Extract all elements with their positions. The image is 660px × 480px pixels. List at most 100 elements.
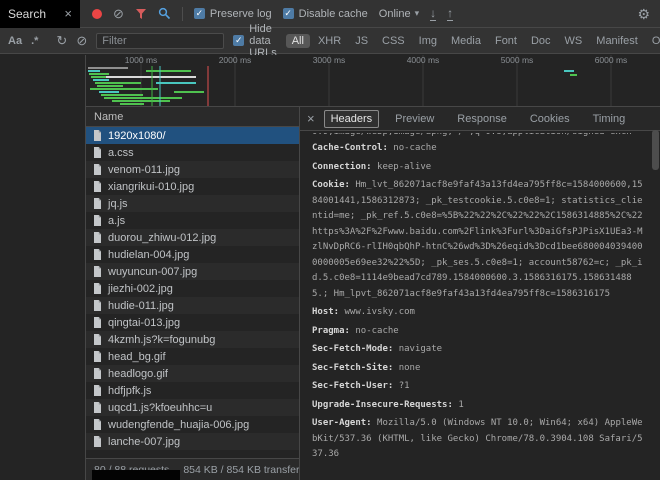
request-label: hudielan-004.jpg (108, 249, 189, 261)
scrollbar-thumb[interactable] (652, 130, 659, 170)
filter-funnel-icon[interactable] (135, 8, 147, 20)
file-icon (93, 283, 102, 294)
request-row[interactable]: jiezhi-002.jpg (86, 280, 299, 297)
match-case-icon[interactable]: Aa (8, 35, 22, 47)
name-column-header[interactable]: Name (86, 107, 299, 127)
tab-cookies[interactable]: Cookies (523, 110, 577, 128)
request-list-panel: Name 1920x1080/a.css venom-011.jpgxiangri… (85, 107, 300, 480)
checkbox-checked-icon (233, 35, 244, 46)
headers-list: Cache-Control: no-cacheConnection: keep-… (312, 141, 644, 463)
filter-pill-img[interactable]: Img (413, 34, 443, 48)
close-drawer-icon[interactable]: × (64, 7, 72, 20)
file-icon (93, 147, 102, 158)
request-row[interactable]: wuyuncun-007.jpg (86, 263, 299, 280)
file-icon (93, 300, 102, 311)
file-icon (93, 351, 102, 362)
filter-pill-other[interactable]: Other (646, 34, 660, 48)
file-icon (93, 215, 102, 226)
clear-requests-icon[interactable]: ⊘ (113, 7, 124, 20)
svg-text:1000 ms: 1000 ms (125, 55, 158, 65)
svg-text:2000 ms: 2000 ms (219, 55, 252, 65)
request-row[interactable]: head_bg.gif (86, 348, 299, 365)
filter-pill-xhr[interactable]: XHR (312, 34, 347, 48)
disable-cache-label: Disable cache (299, 8, 368, 20)
record-button[interactable] (92, 9, 102, 19)
request-row[interactable]: venom-011.jpg (86, 161, 299, 178)
file-icon (93, 130, 102, 141)
filter-pill-manifest[interactable]: Manifest (590, 34, 644, 48)
file-icon (93, 317, 102, 328)
transferred-size: 854 KB / 854 KB transferred (183, 464, 299, 476)
request-row[interactable]: duorou_zhiwu-012.jpg (86, 229, 299, 246)
request-label: headlogo.gif (108, 368, 168, 380)
file-icon (93, 232, 102, 243)
search-icon[interactable] (158, 7, 171, 20)
import-har-icon[interactable]: ↓ (430, 7, 436, 21)
clear-search-icon[interactable]: ⊘ (76, 34, 87, 47)
search-results-area (0, 55, 85, 480)
request-row[interactable]: qingtai-013.jpg (86, 314, 299, 331)
tab-preview[interactable]: Preview (388, 110, 441, 128)
request-row[interactable]: a.js (86, 212, 299, 229)
preserve-log-checkbox[interactable]: Preserve log (194, 8, 272, 20)
settings-gear-icon[interactable]: ⚙ (637, 7, 650, 21)
filter-pill-css[interactable]: CSS (376, 34, 411, 48)
regex-icon[interactable]: .* (31, 35, 38, 47)
hide-data-urls-label: Hide data URLs (249, 23, 277, 59)
filter-pill-media[interactable]: Media (445, 34, 487, 48)
request-row[interactable]: headlogo.gif (86, 365, 299, 382)
header-entry: Cache-Control: no-cache (312, 141, 644, 157)
file-icon (93, 181, 102, 192)
request-row[interactable]: hdfjpfk.js (86, 382, 299, 399)
tab-headers[interactable]: Headers (324, 110, 380, 128)
request-label: hudie-011.jpg (108, 300, 174, 312)
clipped-scrolled-line: 0.9,image/webp,image/apng,*/*;q=0.8,appl… (312, 133, 644, 141)
filter-input[interactable] (96, 33, 224, 49)
request-row[interactable]: hudie-011.jpg (86, 297, 299, 314)
filter-pill-doc[interactable]: Doc (525, 34, 557, 48)
request-row[interactable]: wudengfende_huajia-006.jpg (86, 416, 299, 433)
refresh-icon[interactable]: ↻ (56, 34, 67, 47)
request-row[interactable]: jq.js (86, 195, 299, 212)
throttling-value: Online (379, 8, 411, 20)
preserve-log-label: Preserve log (210, 8, 272, 20)
request-row[interactable]: 1920x1080/ (86, 127, 299, 144)
network-toolbar: ⊘ Preserve log Disable cache Online ▾ ↓ (80, 0, 660, 27)
request-row[interactable]: xiangrikui-010.jpg (86, 178, 299, 195)
file-icon (93, 368, 102, 379)
drawer-tab-bar: Search × ⊘ Preserve log Disable cache (0, 0, 660, 28)
throttling-select[interactable]: Online ▾ (379, 8, 419, 20)
details-tabs: × Headers Preview Response Cookies Timing (300, 107, 660, 131)
tab-timing[interactable]: Timing (586, 110, 633, 128)
devtools-window: Search × ⊘ Preserve log Disable cache (0, 0, 660, 480)
filter-pill-font[interactable]: Font (489, 34, 523, 48)
search-drawer-tab[interactable]: Search × (0, 0, 80, 28)
request-row[interactable]: lanche-007.jpg (86, 433, 299, 450)
request-row[interactable]: uqcd1.js?kfoeuhhc=u (86, 399, 299, 416)
request-label: a.js (108, 215, 125, 227)
tab-response[interactable]: Response (450, 110, 514, 128)
request-row[interactable]: 4kzmh.js?k=fogunubg (86, 331, 299, 348)
header-entry: User-Agent: Mozilla/5.0 (Windows NT 10.0… (312, 416, 644, 463)
svg-text:6000 ms: 6000 ms (595, 55, 628, 65)
disable-cache-checkbox[interactable]: Disable cache (283, 8, 368, 20)
filter-pill-js[interactable]: JS (349, 34, 374, 48)
request-label: lanche-007.jpg (108, 436, 180, 448)
filter-pill-all[interactable]: All (286, 34, 310, 48)
checkbox-checked-icon (194, 8, 205, 19)
request-label: a.css (108, 147, 134, 159)
request-label: wuyuncun-007.jpg (108, 266, 197, 278)
header-entry: Sec-Fetch-User: ?1 (312, 379, 644, 395)
header-entry: Sec-Fetch-Site: none (312, 361, 644, 377)
request-row[interactable]: hudielan-004.jpg (86, 246, 299, 263)
hide-data-urls-checkbox[interactable]: Hide data URLs (233, 23, 277, 59)
network-overview[interactable]: 1000 ms2000 ms3000 ms4000 ms5000 ms6000 … (85, 55, 660, 107)
header-entry: Cookie: Hm_lvt_862071acf8e9faf43a13fd4ea… (312, 178, 644, 302)
request-label: 1920x1080/ (108, 130, 166, 142)
filter-pills: AllXHRJSCSSImgMediaFontDocWSManifestOthe… (286, 34, 660, 48)
request-row[interactable]: a.css (86, 144, 299, 161)
black-box (92, 470, 180, 480)
close-details-icon[interactable]: × (307, 112, 315, 125)
filter-pill-ws[interactable]: WS (559, 34, 589, 48)
export-har-icon[interactable]: ↑ (447, 7, 453, 21)
